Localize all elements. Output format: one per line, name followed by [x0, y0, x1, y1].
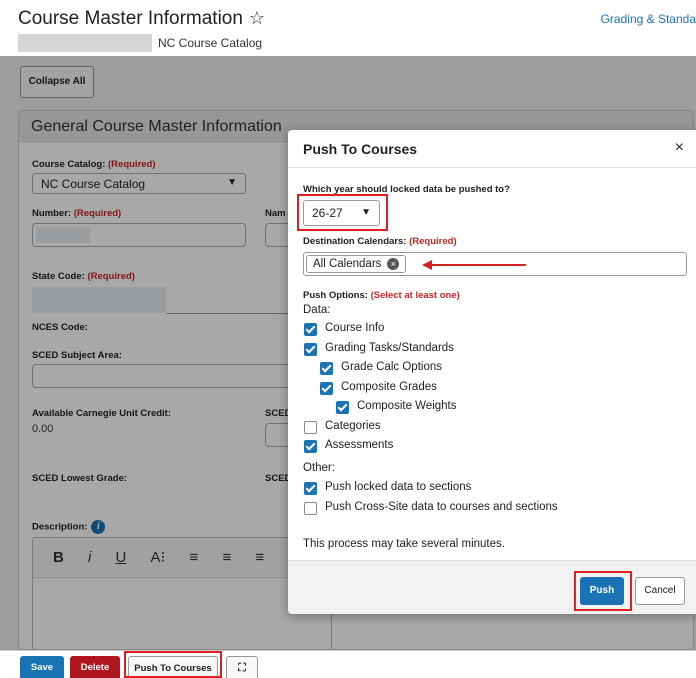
checkbox-checked[interactable]	[336, 401, 349, 414]
push-to-courses-dialog: Push To Courses × Which year should lock…	[288, 130, 696, 614]
catalog-subtitle: NC Course Catalog	[158, 36, 263, 50]
option-label: Grade Calc Options	[341, 361, 442, 373]
grading-standards-link[interactable]: Grading & Standa	[601, 12, 696, 26]
option-label: Composite Grades	[341, 381, 437, 393]
push-options-label: Push Options: (Select at least one)	[303, 290, 460, 301]
annotation-arrow	[430, 264, 526, 266]
cancel-button[interactable]: Cancel	[635, 577, 685, 605]
delete-button[interactable]: Delete	[70, 656, 120, 678]
checkbox-checked[interactable]	[320, 382, 333, 395]
page-title-text: Course Master Information	[18, 8, 243, 29]
other-heading: Other:	[303, 462, 335, 474]
option-label: Assessments	[325, 439, 394, 451]
data-heading: Data:	[303, 304, 331, 316]
dialog-title: Push To Courses	[303, 141, 418, 157]
calendar-chip-label: All Calendars	[313, 258, 382, 270]
save-button[interactable]: Save	[20, 656, 64, 678]
remove-chip-icon[interactable]: ×	[387, 257, 400, 270]
process-note: This process may take several minutes.	[303, 538, 505, 550]
highlight-push-to-courses	[124, 651, 222, 678]
expand-icon[interactable]: ⛶	[226, 656, 258, 678]
option-label: Grading Tasks/Standards	[325, 342, 454, 354]
annotation-arrow-head	[422, 260, 432, 270]
page-header: Course Master Information ☆ Grading & Sta…	[0, 0, 696, 56]
close-icon[interactable]: ×	[675, 139, 684, 157]
checkbox-checked[interactable]	[304, 482, 317, 495]
highlight-year-select	[297, 194, 388, 231]
destination-calendars-label: Destination Calendars: (Required)	[303, 236, 457, 247]
highlight-push-button	[574, 571, 632, 611]
calendar-chip: All Calendars ×	[306, 255, 407, 273]
checkbox-checked[interactable]	[304, 440, 317, 453]
redacted-course-name	[18, 34, 152, 52]
option-label: Course Info	[325, 322, 385, 334]
option-label: Push locked data to sections	[325, 481, 472, 493]
action-bar: Save Delete Push To Courses ⛶	[0, 650, 696, 678]
checkbox-checked[interactable]	[304, 343, 317, 356]
star-icon[interactable]: ☆	[249, 8, 265, 28]
page-title: Course Master Information ☆	[18, 8, 265, 30]
checkbox-checked[interactable]	[320, 362, 333, 375]
checkbox-checked[interactable]	[304, 323, 317, 336]
option-label: Categories	[325, 420, 381, 432]
option-label: Push Cross-Site data to courses and sect…	[325, 501, 558, 513]
checkbox-unchecked[interactable]	[304, 502, 317, 515]
dialog-header: Push To Courses ×	[288, 130, 696, 168]
checkbox-unchecked[interactable]	[304, 421, 317, 434]
option-label: Composite Weights	[357, 400, 457, 412]
